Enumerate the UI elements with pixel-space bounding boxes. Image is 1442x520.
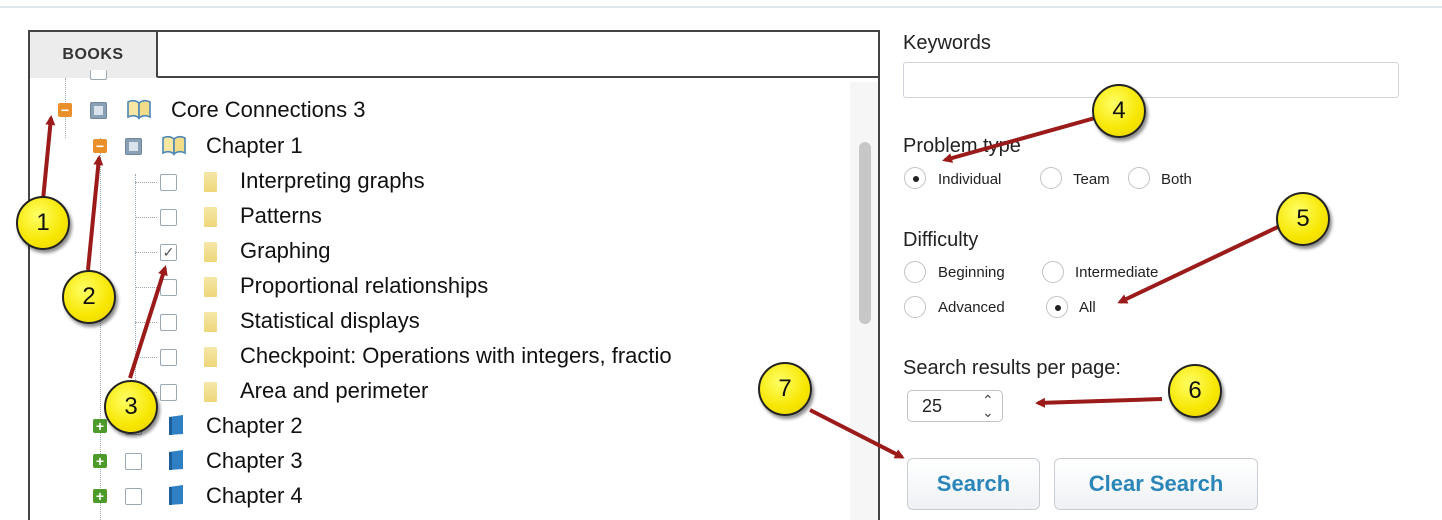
expand-toggle-icon[interactable]: +: [93, 489, 107, 503]
closed-book-icon: [169, 450, 183, 470]
problem-type-label: Problem type: [903, 135, 1021, 157]
folder-icon: [204, 242, 217, 262]
difficulty-label: Difficulty: [903, 229, 979, 251]
tree-item-label[interactable]: Area and perimeter: [240, 378, 428, 404]
closed-book-icon: [169, 485, 183, 505]
radio-label-individual: Individual: [938, 171, 1002, 188]
folder-icon: [204, 347, 217, 367]
expand-toggle-icon[interactable]: +: [93, 419, 107, 433]
book-tree-panel: BOOKS − Core Connections 3 − Chapter 1 I…: [28, 30, 880, 520]
book-tree: − Core Connections 3 − Chapter 1 Interpr…: [30, 32, 850, 520]
tree-connector: [135, 287, 157, 288]
tree-item-label[interactable]: Interpreting graphs: [240, 168, 425, 194]
tree-connector: [135, 217, 157, 218]
results-per-page-stepper[interactable]: 25 ⌃ ⌄: [907, 390, 1003, 422]
annotation-badge-5: 5: [1276, 192, 1330, 246]
stepper-arrows-icon[interactable]: ⌃ ⌄: [982, 393, 994, 419]
radio-both[interactable]: [1128, 167, 1150, 189]
radio-label-advanced: Advanced: [938, 299, 1005, 316]
radio-intermediate[interactable]: [1042, 261, 1064, 283]
tree-item-label[interactable]: Statistical displays: [240, 308, 420, 334]
radio-label-beginning: Beginning: [938, 264, 1005, 281]
tree-item-label[interactable]: Chapter 3: [206, 448, 303, 474]
clear-search-button[interactable]: Clear Search: [1054, 458, 1258, 510]
radio-advanced[interactable]: [904, 296, 926, 318]
radio-label-both: Both: [1161, 171, 1192, 188]
tree-connector: [135, 174, 136, 414]
folder-icon: [204, 312, 217, 332]
search-button[interactable]: Search: [907, 458, 1040, 510]
radio-label-all: All: [1079, 299, 1096, 316]
folder-icon: [204, 172, 217, 192]
radio-all[interactable]: [1046, 296, 1068, 318]
tree-item-label[interactable]: Core Connections 3: [171, 97, 365, 123]
tree-checkbox[interactable]: [160, 314, 177, 331]
scrollbar-thumb[interactable]: [859, 142, 871, 324]
tree-connector: [135, 322, 157, 323]
folder-icon: [204, 207, 217, 227]
tree-item-label[interactable]: Chapter 1: [206, 133, 303, 159]
tree-checkbox[interactable]: [160, 174, 177, 191]
collapse-toggle-icon[interactable]: −: [58, 103, 72, 117]
annotation-badge-1: 1: [16, 196, 70, 250]
radio-beginning[interactable]: [904, 261, 926, 283]
tree-connector: [135, 357, 157, 358]
open-book-icon: [162, 135, 186, 156]
tree-connector: [135, 252, 157, 253]
radio-label-intermediate: Intermediate: [1075, 264, 1159, 281]
keywords-input[interactable]: [903, 62, 1399, 98]
keywords-label: Keywords: [903, 32, 991, 54]
annotation-badge-4: 4: [1092, 84, 1146, 138]
annotation-badge-2: 2: [62, 270, 116, 324]
closed-book-icon: [169, 415, 183, 435]
tree-checkbox[interactable]: [160, 384, 177, 401]
results-per-page-value: 25: [922, 396, 943, 416]
arrow-6: [1035, 397, 1163, 408]
tree-item-label[interactable]: Graphing: [240, 238, 331, 264]
open-book-icon: [127, 99, 151, 120]
tree-item-label[interactable]: Chapter 4: [206, 483, 303, 509]
tree-checkbox[interactable]: [160, 349, 177, 366]
tree-checkbox-hidden: [90, 70, 107, 80]
tree-checkbox[interactable]: [125, 488, 142, 505]
tree-connector: [135, 182, 157, 183]
tree-checkbox[interactable]: [160, 279, 177, 296]
tree-item-label[interactable]: Chapter 2: [206, 413, 303, 439]
folder-icon: [204, 277, 217, 297]
annotation-badge-3: 3: [104, 380, 158, 434]
tree-item-label[interactable]: Checkpoint: Operations with integers, fr…: [240, 343, 672, 369]
top-divider: [0, 6, 1442, 8]
annotation-badge-6: 6: [1168, 364, 1222, 418]
tree-item-label[interactable]: Patterns: [240, 203, 322, 229]
tree-checkbox[interactable]: [125, 453, 142, 470]
tree-checkbox[interactable]: [160, 209, 177, 226]
tree-checkbox-partial[interactable]: [90, 102, 107, 119]
collapse-toggle-icon[interactable]: −: [93, 139, 107, 153]
tree-checkbox-partial[interactable]: [125, 138, 142, 155]
radio-individual[interactable]: [904, 167, 926, 189]
tree-checkbox-checked[interactable]: ✓: [160, 244, 177, 261]
folder-icon: [204, 382, 217, 402]
radio-label-team: Team: [1073, 171, 1110, 188]
expand-toggle-icon[interactable]: +: [93, 454, 107, 468]
radio-team[interactable]: [1040, 167, 1062, 189]
annotation-badge-7: 7: [758, 362, 812, 416]
tree-item-label[interactable]: Proportional relationships: [240, 273, 488, 299]
results-per-page-label: Search results per page:: [903, 357, 1121, 379]
